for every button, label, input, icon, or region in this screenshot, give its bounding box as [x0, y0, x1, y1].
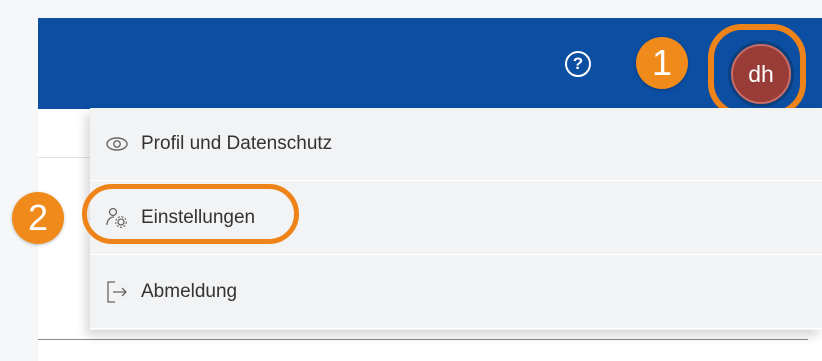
help-circle-icon[interactable]: ? [565, 51, 591, 77]
step-badge-2: 2 [12, 192, 64, 244]
menu-item-profil-datenschutz[interactable]: Profil und Datenschutz [90, 108, 822, 181]
avatar-initials: dh [748, 60, 774, 87]
menu-item-label: Einstellungen [141, 207, 256, 228]
menu-item-abmeldung[interactable]: Abmeldung [90, 256, 822, 329]
logout-icon [105, 280, 129, 304]
page-divider [38, 157, 98, 158]
step-badge-1: 1 [636, 37, 688, 89]
menu-item-label: Profil und Datenschutz [141, 133, 333, 154]
page-bottom-divider [38, 339, 808, 340]
step-badge-label: 2 [27, 197, 49, 238]
user-settings-icon [105, 206, 129, 230]
menu-item-label: Abmeldung [141, 281, 238, 302]
help-glyph: ? [572, 54, 584, 73]
step-badge-label: 1 [651, 42, 673, 83]
user-avatar-button[interactable]: dh [728, 41, 794, 107]
avatar: dh [731, 44, 791, 104]
top-header-bar [38, 18, 822, 109]
eye-icon [105, 132, 129, 156]
user-dropdown-menu: Profil und Datenschutz Einstellungen Abm… [90, 108, 822, 330]
menu-item-einstellungen[interactable]: Einstellungen [90, 182, 822, 255]
